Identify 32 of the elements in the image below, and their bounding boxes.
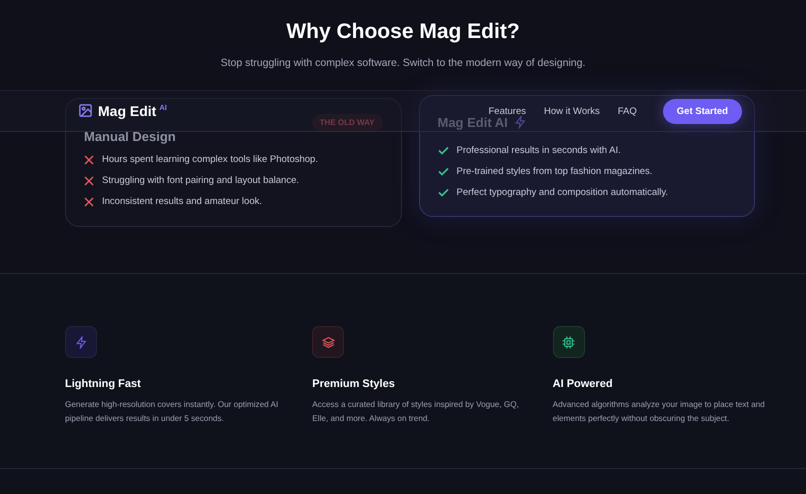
section-subtitle: Stop struggling with complex software. Switch to the modern way of designing. bbox=[220, 57, 586, 69]
cross-icon bbox=[84, 176, 94, 186]
check-icon bbox=[438, 146, 448, 155]
section-title: Why Choose Mag Edit? bbox=[285, 20, 521, 44]
feature-title: AI Powered bbox=[552, 378, 614, 390]
feature-description: Access a curated library of styles inspired by Vogue, GQ, Elle, and more. Always on trend. bbox=[312, 399, 520, 425]
nav-link[interactable]: How it Works bbox=[544, 106, 600, 116]
check-icon bbox=[438, 188, 448, 197]
layers-icon bbox=[312, 326, 344, 358]
list-item-text: Struggling with font pairing and layout balance. bbox=[102, 175, 299, 186]
check-icon bbox=[438, 167, 448, 176]
feature-description: Advanced algorithms analyze your image to place text and elements perfectly without obscuring the subject. bbox=[552, 399, 766, 425]
card-title: Mag Edit AI bbox=[438, 114, 508, 130]
list-item-text: Inconsistent results and amateur look. bbox=[102, 196, 262, 207]
get-started-button[interactable]: Get Started bbox=[662, 98, 742, 124]
cross-icon bbox=[84, 196, 94, 206]
list-item-text: Perfect typography and composition automatically. bbox=[456, 187, 668, 198]
lightning-icon bbox=[65, 326, 97, 358]
feature-description: Generate high-resolution covers instantly. Our optimized AI pipeline delivers results in under 5 seconds. bbox=[65, 399, 280, 425]
nav-link[interactable]: FAQ bbox=[618, 106, 637, 116]
cross-icon bbox=[84, 154, 94, 164]
list-item-text: Hours spent learning complex tools like Photoshop. bbox=[102, 154, 318, 165]
feature-title: Premium Styles bbox=[312, 378, 396, 390]
brand-name[interactable]: Mag Edit bbox=[98, 103, 156, 119]
nav-link[interactable]: Features bbox=[488, 106, 526, 116]
image-icon bbox=[78, 103, 93, 118]
old-way-badge: THE OLD WAY bbox=[312, 114, 382, 130]
list-item-text: Pre-trained styles from top fashion magazines. bbox=[456, 166, 652, 177]
card-title: Manual Design bbox=[84, 128, 176, 144]
feature-title: Lightning Fast bbox=[65, 378, 142, 390]
list-item-text: Professional results in seconds with AI. bbox=[456, 145, 621, 156]
chip-icon bbox=[552, 326, 585, 358]
